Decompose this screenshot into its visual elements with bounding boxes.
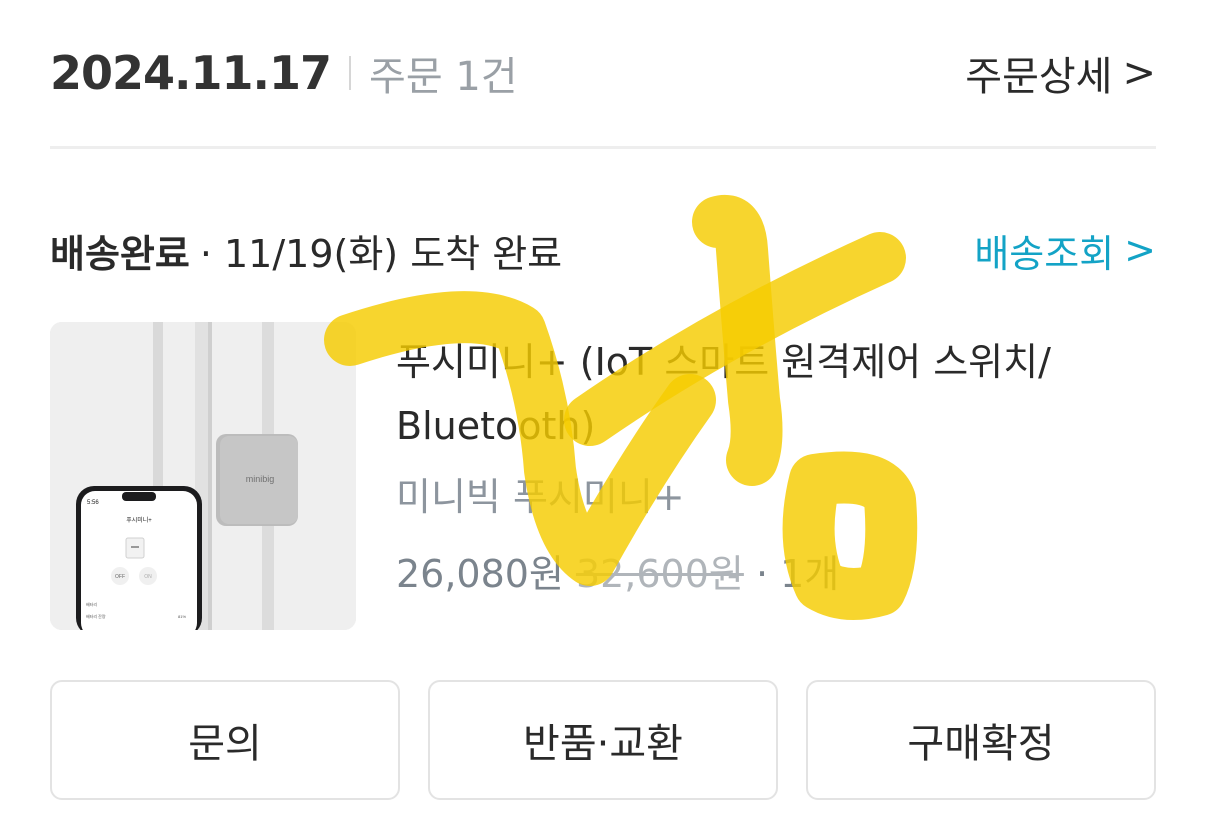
phone-battery-value: 81%: [178, 614, 186, 619]
inquiry-button[interactable]: 문의: [50, 680, 400, 800]
header-divider: [349, 56, 352, 90]
track-delivery-link[interactable]: 배송조회 >: [974, 223, 1156, 278]
order-detail-label: 주문상세: [965, 54, 1113, 100]
chevron-right-icon: >: [1122, 50, 1156, 96]
product-thumbnail[interactable]: minibig 5:56 푸시미니+ OFF ON 배터리 배터리 잔량 81%: [50, 322, 356, 630]
order-actions: 문의 반품·교환 구매확정: [50, 680, 1156, 802]
delivery-status-row: 배송완료 · 11/19(화) 도착 완료 배송조회 >: [50, 220, 1156, 280]
device-label: minibig: [246, 474, 275, 484]
delivery-status: 배송완료: [50, 231, 190, 276]
product-price: 26,080원: [396, 552, 564, 596]
section-divider: [50, 146, 1156, 149]
order-detail-link[interactable]: 주문상세 >: [965, 44, 1156, 102]
phone-on-label: ON: [144, 574, 152, 580]
phone-off-label: OFF: [115, 574, 125, 580]
product-original-price: 32,600원: [575, 552, 744, 596]
return-exchange-button[interactable]: 반품·교환: [428, 680, 778, 800]
order-count: 주문 1건: [369, 54, 518, 100]
product-quantity: · 1개: [755, 552, 840, 596]
phone-time: 5:56: [87, 500, 99, 506]
phone-title: 푸시미니+: [126, 516, 152, 524]
chevron-right-icon: >: [1124, 228, 1156, 272]
track-delivery-label: 배송조회: [974, 231, 1115, 276]
phone-battery-label: 배터리 잔량: [86, 613, 106, 619]
product-name[interactable]: 푸시미니+ (IoT 스마트 원격제어 스위치/ Bluetooth): [396, 330, 1156, 458]
delivery-arrival-info: · 11/19(화) 도착 완료: [199, 231, 563, 276]
product-image: minibig 5:56 푸시미니+ OFF ON 배터리 배터리 잔량 81%: [50, 322, 356, 630]
phone-section-label: 배터리: [86, 601, 97, 607]
product-price-row: 26,080원 32,600원 · 1개: [396, 543, 1156, 598]
product-brand: 미니빅 푸시미니+: [396, 475, 685, 519]
order-date: 2024.11.17: [50, 46, 332, 100]
product-info: 푸시미니+ (IoT 스마트 원격제어 스위치/ Bluetooth) 미니빅 …: [396, 330, 1156, 598]
confirm-purchase-button[interactable]: 구매확정: [806, 680, 1156, 800]
order-header: 2024.11.17 주문 1건 주문상세 >: [50, 38, 1156, 108]
